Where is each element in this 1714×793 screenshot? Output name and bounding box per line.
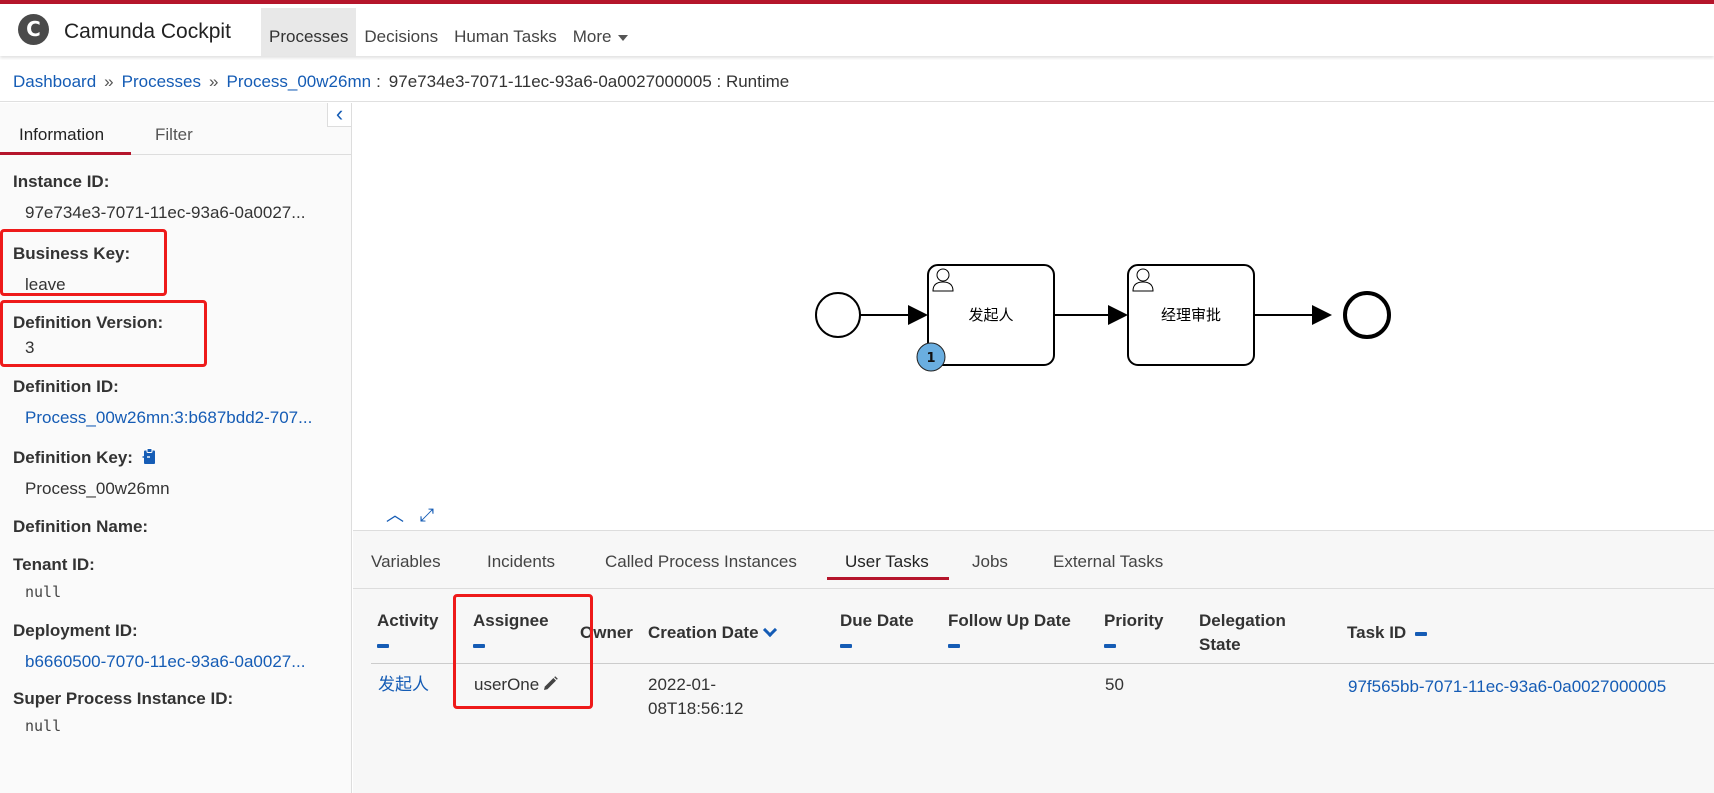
caret-down-icon	[617, 34, 628, 41]
camunda-logo-icon[interactable]: C	[18, 14, 49, 45]
col-owner[interactable]: Owner	[580, 621, 633, 645]
bottom-panel: Variables Incidents Called Process Insta…	[353, 530, 1714, 793]
row-task-id-link[interactable]: 97f565bb-7071-11ec-93a6-0a0027000005	[1348, 675, 1666, 699]
col-due-date[interactable]: Due Date	[840, 609, 914, 657]
col-delegation-label-2: State	[1199, 635, 1241, 654]
breadcrumb-separator: »	[104, 72, 114, 91]
col-priority[interactable]: Priority	[1104, 609, 1164, 657]
deployment-id-link[interactable]: b6660500-7070-11ec-93a6-0a0027...	[25, 652, 305, 672]
sort-none-icon[interactable]	[473, 643, 485, 648]
active-tab-indicator	[827, 577, 949, 580]
sidebar-tabs: Information Filter	[0, 123, 352, 155]
table-header-divider	[371, 663, 1714, 664]
sidebar: ‹ Information Filter Instance ID: 97e734…	[0, 103, 352, 793]
definition-key-label-text: Definition Key:	[13, 448, 133, 467]
deployment-id-label: Deployment ID:	[13, 621, 138, 640]
breadcrumb-dashboard[interactable]: Dashboard	[13, 72, 96, 91]
task-manager-approval-label: 经理审批	[1161, 306, 1221, 324]
nav-processes[interactable]: Processes	[261, 8, 357, 56]
tab-user-tasks[interactable]: User Tasks	[845, 552, 929, 572]
sort-desc-chevron-icon[interactable]	[762, 622, 777, 638]
definition-version-value: 3	[25, 338, 35, 357]
col-follow-up-date[interactable]: Follow Up Date	[948, 609, 1071, 657]
breadcrumb-current: 97e734e3-7071-11ec-93a6-0a0027000005 : R…	[388, 72, 790, 91]
col-delegation-label-1: Delegation	[1199, 611, 1286, 630]
sort-none-icon[interactable]	[377, 643, 389, 648]
super-process-id-label: Super Process Instance ID:	[13, 689, 234, 708]
breadcrumb-process[interactable]: Process_00w26mn	[226, 72, 371, 91]
col-creation-date-label: Creation Date	[648, 623, 759, 642]
col-activity-label: Activity	[377, 611, 439, 630]
sort-none-icon[interactable]	[1414, 631, 1427, 636]
fullscreen-expand-icon[interactable]: ⤢	[415, 503, 439, 527]
row-assignee-value: userOne	[474, 675, 540, 694]
definition-key-label: Definition Key:	[13, 448, 156, 468]
breadcrumb-processes[interactable]: Processes	[122, 72, 201, 91]
row-creation-date-line2: 08T18:56:12	[648, 699, 744, 718]
start-event[interactable]	[815, 292, 861, 338]
nav-more[interactable]: More	[565, 8, 636, 56]
header: C Camunda Cockpit Processes Decisions Hu…	[0, 4, 1714, 56]
tab-filter[interactable]: Filter	[155, 125, 193, 145]
row-priority: 50	[1105, 675, 1124, 694]
definition-name-label: Definition Name:	[13, 517, 149, 536]
col-task-id[interactable]: Task ID	[1347, 621, 1427, 645]
token-count-text: 1	[926, 351, 935, 366]
clipboard-icon[interactable]	[142, 448, 156, 465]
col-follow-up-date-label: Follow Up Date	[948, 611, 1071, 630]
tab-variables[interactable]: Variables	[371, 552, 441, 572]
tenant-id-value: null	[25, 583, 62, 601]
row-creation-date-line1: 2022-01-	[648, 675, 717, 694]
business-key-value: leave	[25, 275, 66, 294]
tab-jobs[interactable]: Jobs	[972, 552, 1008, 572]
definition-id-label: Definition ID:	[13, 377, 119, 396]
sort-none-icon[interactable]	[840, 643, 852, 648]
row-assignee: userOne	[474, 673, 559, 697]
row-creation-date: 2022-01- 08T18:56:12	[648, 673, 743, 721]
col-creation-date[interactable]: Creation Date	[648, 621, 777, 645]
business-key-label: Business Key:	[13, 244, 131, 263]
definition-id-link[interactable]: Process_00w26mn:3:b687bdd2-707...	[25, 408, 312, 428]
super-process-id-value: null	[25, 717, 62, 735]
instance-id-value: 97e734e3-7071-11ec-93a6-0a0027...	[25, 203, 306, 222]
active-tab-indicator	[0, 152, 131, 155]
col-activity[interactable]: Activity	[377, 609, 438, 657]
nav-human-tasks[interactable]: Human Tasks	[446, 8, 565, 56]
tab-external-tasks[interactable]: External Tasks	[1053, 552, 1163, 572]
breadcrumb-colon: :	[376, 72, 381, 91]
task-initiator-label: 发起人	[968, 306, 1013, 324]
sort-none-icon[interactable]	[1104, 643, 1116, 648]
bottom-tabs: Variables Incidents Called Process Insta…	[353, 531, 1714, 589]
tenant-id-label: Tenant ID:	[13, 555, 95, 574]
nav-decisions[interactable]: Decisions	[356, 8, 446, 56]
instance-id-label: Instance ID:	[13, 172, 110, 191]
sort-none-icon[interactable]	[948, 643, 960, 648]
main-nav: Processes Decisions Human Tasks More	[261, 8, 636, 56]
col-assignee-label: Assignee	[473, 611, 549, 630]
brand-title[interactable]: Camunda Cockpit	[64, 20, 231, 44]
col-delegation-state[interactable]: Delegation State	[1199, 609, 1286, 657]
tab-called-process-instances[interactable]: Called Process Instances	[605, 552, 797, 572]
col-task-id-label: Task ID	[1347, 623, 1407, 642]
definition-version-label: Definition Version:	[13, 313, 164, 332]
bpmn-diagram: 发起人 1 经理审批 ︿ ⤢	[353, 103, 1714, 529]
chevron-up-icon[interactable]: ︿	[383, 503, 407, 527]
col-due-date-label: Due Date	[840, 611, 914, 630]
breadcrumb-separator: »	[209, 72, 219, 91]
breadcrumb: Dashboard » Processes » Process_00w26mn:97e7…	[0, 60, 1714, 102]
definition-key-value: Process_00w26mn	[25, 479, 170, 498]
pencil-edit-icon[interactable]	[541, 675, 559, 693]
col-priority-label: Priority	[1104, 611, 1164, 630]
end-event[interactable]	[1343, 291, 1391, 339]
col-assignee[interactable]: Assignee	[473, 609, 549, 657]
nav-more-label: More	[572, 27, 612, 46]
tab-incidents[interactable]: Incidents	[487, 552, 555, 572]
tab-information[interactable]: Information	[19, 125, 104, 145]
bpmn-canvas: 发起人 1 经理审批	[815, 264, 1391, 372]
row-activity-link[interactable]: 发起人	[378, 673, 429, 697]
